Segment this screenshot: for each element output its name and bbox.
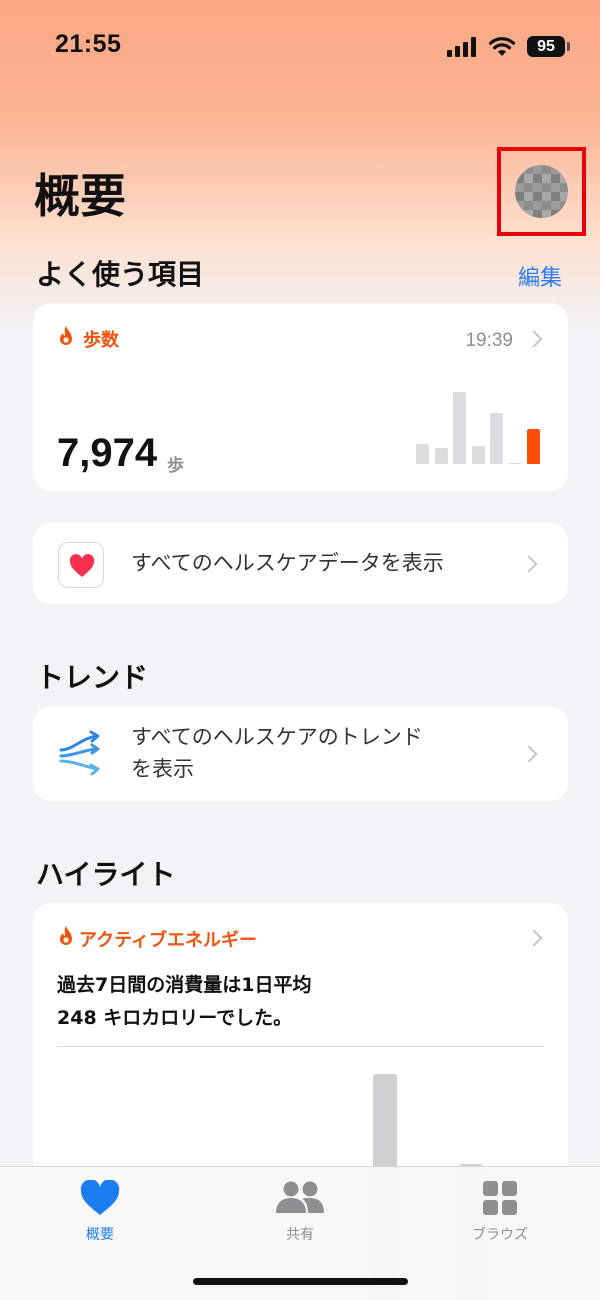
steps-updated-time: 19:39 <box>465 330 513 351</box>
trends-row-label: すべてのヘルスケアのトレンド を表示 <box>131 721 423 785</box>
chevron-right-icon <box>525 929 543 947</box>
profile-avatar[interactable] <box>515 165 568 218</box>
trends-section-title: トレンド <box>36 661 149 694</box>
highlight-line2: 248 キロカロリーでした。 <box>57 1007 293 1029</box>
steps-bar <box>434 448 448 464</box>
battery-nub <box>567 42 570 51</box>
steps-mini-chart <box>416 383 544 464</box>
active-energy-label: アクティブエネルギー <box>79 930 258 951</box>
heart-icon <box>69 554 95 577</box>
steps-unit: 歩 <box>167 456 184 476</box>
steps-bar <box>490 412 503 464</box>
tab-browse-label: ブラウズ <box>472 1227 528 1243</box>
chevron-right-icon <box>520 745 538 763</box>
chevron-right-icon <box>520 555 538 573</box>
home-indicator <box>193 1278 408 1285</box>
steps-bar <box>453 392 466 464</box>
status-time: 21:55 <box>55 30 122 58</box>
all-health-data-label: すべてのヘルスケアデータを表示 <box>131 551 444 575</box>
heart-icon <box>80 1180 120 1215</box>
steps-bar <box>508 463 522 464</box>
people-icon <box>276 1181 324 1213</box>
favorites-section-title: よく使う項目 <box>36 258 205 291</box>
steps-bar <box>416 443 429 464</box>
tab-sharing-label: 共有 <box>286 1227 314 1243</box>
grid-icon <box>483 1181 517 1215</box>
tab-browse[interactable]: ブラウズ <box>440 1167 560 1257</box>
tab-summary-label: 概要 <box>86 1227 114 1243</box>
highlight-line1: 過去7日間の消費量は1日平均 <box>57 974 312 996</box>
all-health-data-row[interactable]: すべてのヘルスケアデータを表示 <box>33 523 568 604</box>
tab-sharing[interactable]: 共有 <box>240 1167 360 1257</box>
health-app-screen: 21:55 95 概要 よく使う項目 編集 歩数 19:39 7,974 歩 す… <box>0 0 600 1300</box>
health-app-icon <box>58 542 104 588</box>
chevron-right-icon <box>525 330 543 348</box>
flame-icon <box>60 326 72 345</box>
profile-highlight-box[interactable] <box>497 147 586 236</box>
card-divider <box>57 1046 544 1047</box>
tab-summary[interactable]: 概要 <box>40 1167 160 1257</box>
steps-value: 7,974 <box>57 431 158 475</box>
wifi-icon <box>488 37 516 56</box>
trends-row[interactable]: すべてのヘルスケアのトレンド を表示 <box>33 706 568 801</box>
steps-label: 歩数 <box>83 330 119 351</box>
cellular-signal-icon <box>447 37 476 57</box>
highlights-section-title: ハイライト <box>36 858 176 891</box>
edit-button[interactable]: 編集 <box>518 260 562 292</box>
highlight-summary: 過去7日間の消費量は1日平均 248 キロカロリーでした。 <box>57 969 311 1035</box>
page-title: 概要 <box>34 169 126 223</box>
steps-bar <box>471 446 485 464</box>
trends-row-line1: すべてのヘルスケアのトレンド <box>131 725 423 749</box>
steps-bar <box>527 428 540 464</box>
trend-arrows-icon <box>59 730 100 776</box>
status-bar: 21:55 95 <box>0 0 600 96</box>
trends-row-line2: を表示 <box>131 757 194 781</box>
flame-icon <box>60 926 72 945</box>
battery-indicator: 95 <box>527 36 565 57</box>
steps-card[interactable]: 歩数 19:39 7,974 歩 <box>33 303 568 491</box>
